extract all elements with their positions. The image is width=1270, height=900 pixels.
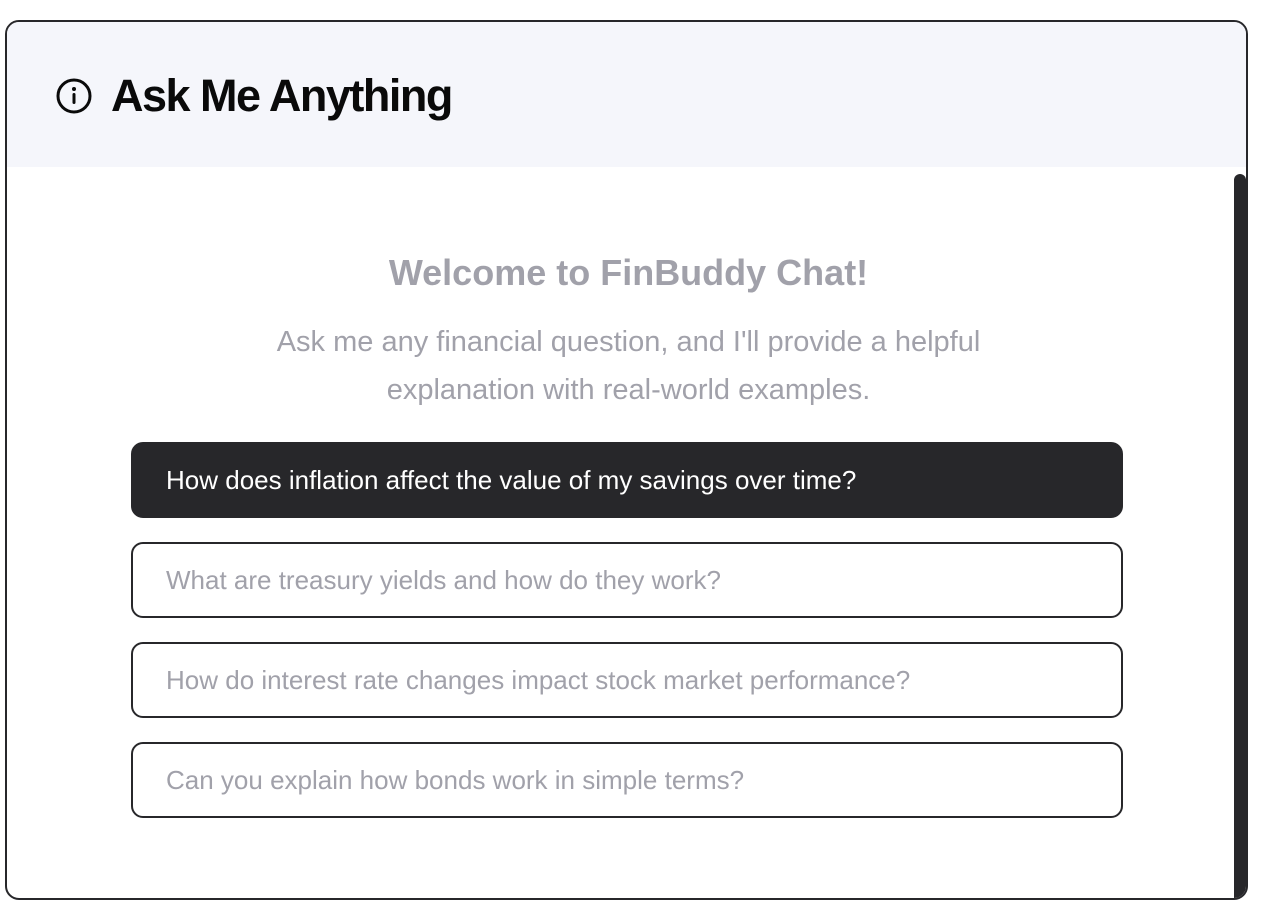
suggestion-button[interactable]: How do interest rate changes impact stoc…: [131, 642, 1123, 718]
chat-panel: Ask Me Anything Welcome to FinBuddy Chat…: [5, 20, 1248, 900]
scrollbar[interactable]: [1234, 174, 1246, 898]
page-title: Ask Me Anything: [111, 70, 453, 121]
info-icon: [55, 77, 93, 115]
panel-header: Ask Me Anything: [7, 22, 1246, 167]
suggestion-button[interactable]: How does inflation affect the value of m…: [131, 442, 1123, 518]
welcome-text: Ask me any financial question, and I'll …: [276, 326, 981, 406]
suggestion-button[interactable]: Can you explain how bonds work in simple…: [131, 742, 1123, 818]
welcome-title: Welcome to FinBuddy Chat!: [388, 252, 869, 293]
suggestion-button[interactable]: What are treasury yields and how do they…: [131, 542, 1123, 618]
